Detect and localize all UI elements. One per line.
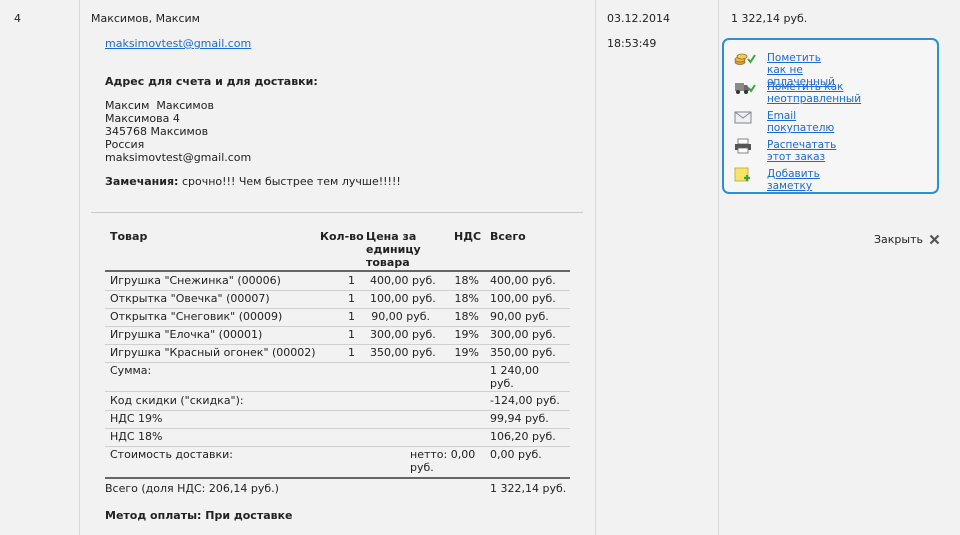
shipping-value: 0,00 руб. [490, 448, 542, 461]
vat19-value: 99,94 руб. [490, 412, 549, 425]
mark-unshipped-link[interactable]: Пометить как неотправленный [767, 81, 861, 105]
order-actions-panel: Пометить как не оплаченный Пометить как … [722, 38, 939, 194]
item-qty: 1 [348, 292, 355, 305]
section-divider [91, 212, 583, 213]
summary-row-shipping: Стоимость доставки: нетто: 0,00 руб. 0,0… [105, 446, 570, 476]
discount-label: Код скидки ("скидка"): [110, 394, 244, 407]
item-vat: 18% [454, 292, 479, 305]
item-vat: 18% [454, 274, 479, 287]
remarks-label: Замечания: [105, 175, 179, 188]
table-row: Игрушка "Елочка" (00001) 1 300,00 руб. 1… [105, 326, 570, 345]
vat19-label: НДС 19% [110, 412, 163, 425]
address-line: 345768 Максимов [105, 125, 209, 138]
email-customer-link[interactable]: Email покупателю [767, 110, 834, 134]
order-time: 18:53:49 [607, 37, 657, 50]
address-line: maksimovtest@gmail.com [105, 151, 252, 164]
add-note-link[interactable]: Добавить заметку [767, 168, 820, 192]
payment-method: Метод оплаты: При доставке [105, 509, 293, 522]
print-order-link[interactable]: Распечатать этот заказ [767, 139, 836, 163]
vat18-value: 106,20 руб. [490, 430, 556, 443]
summary-row-discount: Код скидки ("скидка"): -124,00 руб. [105, 392, 570, 411]
order-number: 4 [14, 12, 21, 25]
close-label: Закрыть [874, 233, 923, 246]
item-vat: 18% [454, 310, 479, 323]
table-total-rule [105, 477, 570, 479]
truck-check-icon [734, 80, 756, 96]
order-total: 1 322,14 руб. [731, 12, 808, 25]
item-price: 90,00 руб. [371, 310, 430, 323]
address-line: Максимова 4 [105, 112, 180, 125]
item-total: 300,00 руб. [490, 328, 556, 341]
printer-icon [734, 138, 756, 154]
item-total: 400,00 руб. [490, 274, 556, 287]
note-add-icon [734, 167, 756, 183]
header-qty: Кол-во [320, 230, 364, 243]
address-line: Россия [105, 138, 145, 151]
item-qty: 1 [348, 346, 355, 359]
column-divider [718, 0, 719, 535]
sum-value: 1 240,00 руб. [490, 364, 539, 390]
remarks: Замечания: срочно!!! Чем быстрее тем луч… [105, 175, 401, 188]
grand-total-label: Всего (доля НДС: 206,14 руб.) [105, 482, 279, 495]
item-name: Игрушка "Елочка" (00001) [110, 328, 263, 341]
envelope-icon [734, 109, 756, 125]
summary-row-vat18: НДС 18% 106,20 руб. [105, 428, 570, 447]
order-date: 03.12.2014 [607, 12, 670, 25]
close-icon [929, 234, 940, 248]
coins-check-icon [734, 51, 756, 67]
item-name: Игрушка "Красный огонек" (00002) [110, 346, 316, 359]
item-vat: 19% [454, 328, 479, 341]
item-qty: 1 [348, 328, 355, 341]
item-total: 90,00 руб. [490, 310, 549, 323]
item-qty: 1 [348, 310, 355, 323]
address-heading: Адрес для счета и для доставки: [105, 75, 318, 88]
shipping-label: Стоимость доставки: [110, 448, 233, 461]
column-divider [595, 0, 596, 535]
shipping-net: нетто: 0,00 руб. [410, 448, 476, 474]
item-price: 350,00 руб. [370, 346, 436, 359]
item-name: Открытка "Снеговик" (00009) [110, 310, 283, 323]
header-vat: НДС [454, 230, 482, 243]
item-vat: 19% [454, 346, 479, 359]
vat18-label: НДС 18% [110, 430, 163, 443]
customer-name: Максимов, Максим [91, 12, 200, 25]
item-total: 350,00 руб. [490, 346, 556, 359]
item-name: Открытка "Овечка" (00007) [110, 292, 270, 305]
item-total: 100,00 руб. [490, 292, 556, 305]
header-total: Всего [490, 230, 526, 243]
table-row: Открытка "Овечка" (00007) 1 100,00 руб. … [105, 290, 570, 309]
customer-email-link[interactable]: maksimovtest@gmail.com [105, 37, 251, 50]
close-button[interactable]: Закрыть [874, 233, 940, 248]
summary-row-vat19: НДС 19% 99,94 руб. [105, 410, 570, 429]
sum-label: Сумма: [110, 364, 152, 377]
table-row: Игрушка "Красный огонек" (00002) 1 350,0… [105, 344, 570, 363]
discount-value: -124,00 руб. [490, 394, 560, 407]
item-price: 100,00 руб. [370, 292, 436, 305]
item-price: 300,00 руб. [370, 328, 436, 341]
remarks-text: срочно!!! Чем быстрее тем лучше!!!!! [181, 175, 401, 188]
item-name: Игрушка "Снежинка" (00006) [110, 274, 281, 287]
table-row: Открытка "Снеговик" (00009) 1 90,00 руб.… [105, 308, 570, 327]
item-price: 400,00 руб. [370, 274, 436, 287]
grand-total-value: 1 322,14 руб. [490, 482, 567, 495]
summary-row-sum: Сумма: 1 240,00 руб. [105, 362, 570, 392]
address-line: Максим Максимов [105, 99, 214, 112]
table-row: Игрушка "Снежинка" (00006) 1 400,00 руб.… [105, 272, 570, 291]
header-product: Товар [110, 230, 148, 243]
item-qty: 1 [348, 274, 355, 287]
column-divider [79, 0, 80, 535]
header-unit-price: Цена за единицу товара [366, 230, 421, 269]
